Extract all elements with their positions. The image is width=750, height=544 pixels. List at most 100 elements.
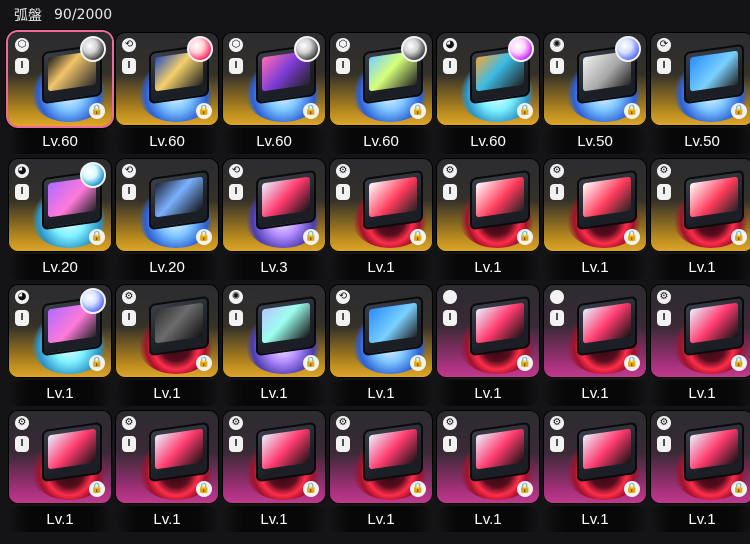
lock-icon[interactable]: 🔒 — [517, 103, 533, 119]
rarity-badge: I — [657, 310, 671, 326]
card-frame[interactable]: ⚙ I 🔒 — [329, 158, 433, 252]
arc-disc-card[interactable]: ⬡ I 🔒 Lv.60 — [222, 32, 326, 156]
element-type-icon — [550, 290, 564, 304]
element-type-icon: ⚙ — [443, 416, 457, 430]
card-frame[interactable]: ◕ I 🔒 — [8, 158, 112, 252]
element-type-icon: ⟲ — [229, 164, 243, 178]
lock-icon[interactable]: 🔒 — [517, 229, 533, 245]
arc-disc-card[interactable]: ⟳ I 🔒 Lv.50 — [650, 32, 750, 156]
arc-disc-card[interactable]: ⚙ I 🔒 Lv.1 — [436, 410, 540, 534]
lock-icon[interactable]: 🔒 — [410, 229, 426, 245]
lock-icon[interactable]: 🔒 — [517, 355, 533, 371]
lock-icon[interactable]: 🔒 — [731, 481, 747, 497]
card-frame[interactable]: ⟲ I 🔒 — [222, 158, 326, 252]
arc-disc-device — [363, 169, 423, 231]
card-frame[interactable]: ⚙ I 🔒 — [8, 410, 112, 504]
lock-icon[interactable]: 🔒 — [196, 103, 212, 119]
card-frame[interactable]: ✺ I 🔒 — [222, 284, 326, 378]
card-frame[interactable]: ⟲ I 🔒 — [115, 32, 219, 126]
arc-disc-card[interactable]: ⚙ I 🔒 Lv.1 — [650, 284, 750, 408]
lock-icon[interactable]: 🔒 — [89, 481, 105, 497]
card-frame[interactable]: ⚙ I 🔒 — [329, 410, 433, 504]
arc-disc-card[interactable]: ⬡ I 🔒 Lv.60 — [8, 32, 112, 156]
lock-icon[interactable]: 🔒 — [731, 103, 747, 119]
level-label: Lv.50 — [543, 128, 647, 154]
card-frame[interactable]: ⚙ I 🔒 — [222, 410, 326, 504]
lock-icon[interactable]: 🔒 — [303, 229, 319, 245]
card-frame[interactable]: ◕ I 🔒 — [8, 284, 112, 378]
arc-disc-card[interactable]: I 🔒 Lv.1 — [543, 284, 647, 408]
lock-icon[interactable]: 🔒 — [196, 229, 212, 245]
lock-icon[interactable]: 🔒 — [303, 103, 319, 119]
lock-icon[interactable]: 🔒 — [517, 481, 533, 497]
arc-disc-card[interactable]: ⬡ I 🔒 Lv.60 — [329, 32, 433, 156]
element-type-icon: ⚙ — [336, 416, 350, 430]
rarity-badge: I — [15, 310, 29, 326]
arc-disc-card[interactable]: ⚙ I 🔒 Lv.1 — [650, 158, 750, 282]
arc-disc-card[interactable]: ◕ I 🔒 Lv.1 — [8, 284, 112, 408]
lock-icon[interactable]: 🔒 — [731, 229, 747, 245]
card-frame[interactable]: ⚙ I 🔒 — [115, 410, 219, 504]
level-label: Lv.3 — [222, 254, 326, 280]
lock-icon[interactable]: 🔒 — [410, 103, 426, 119]
device-screen — [690, 176, 738, 218]
lock-icon[interactable]: 🔒 — [196, 355, 212, 371]
card-frame[interactable]: I 🔒 — [436, 284, 540, 378]
card-frame[interactable]: ⬡ I 🔒 — [222, 32, 326, 126]
card-frame[interactable]: ⚙ I 🔒 — [650, 284, 750, 378]
arc-disc-card[interactable]: ⚙ I 🔒 Lv.1 — [8, 410, 112, 534]
arc-disc-card[interactable]: ◕ I 🔒 Lv.20 — [8, 158, 112, 282]
card-frame[interactable]: ⚙ I 🔒 — [543, 158, 647, 252]
device-screen — [155, 428, 203, 470]
arc-disc-card[interactable]: ⚙ I 🔒 Lv.1 — [222, 410, 326, 534]
arc-disc-card[interactable]: ⚙ I 🔒 Lv.1 — [115, 410, 219, 534]
arc-disc-card[interactable]: ✺ I 🔒 Lv.1 — [222, 284, 326, 408]
card-frame[interactable]: ⬡ I 🔒 — [8, 32, 112, 126]
arc-disc-card[interactable]: ⟲ I 🔒 Lv.60 — [115, 32, 219, 156]
arc-disc-card[interactable]: ⚙ I 🔒 Lv.1 — [329, 158, 433, 282]
card-frame[interactable]: ⚙ I 🔒 — [650, 410, 750, 504]
card-frame[interactable]: ⟳ I 🔒 — [650, 32, 750, 126]
card-frame[interactable]: ⟲ I 🔒 — [329, 284, 433, 378]
lock-icon[interactable]: 🔒 — [89, 355, 105, 371]
arc-disc-card[interactable]: ⚙ I 🔒 Lv.1 — [650, 410, 750, 534]
arc-disc-card[interactable]: ⟲ I 🔒 Lv.1 — [329, 284, 433, 408]
lock-icon[interactable]: 🔒 — [303, 355, 319, 371]
card-frame[interactable]: ⚙ I 🔒 — [115, 284, 219, 378]
lock-icon[interactable]: 🔒 — [410, 355, 426, 371]
arc-disc-card[interactable]: ⟲ I 🔒 Lv.3 — [222, 158, 326, 282]
arc-disc-device — [149, 421, 209, 483]
arc-disc-card[interactable]: I 🔒 Lv.1 — [436, 284, 540, 408]
card-frame[interactable]: I 🔒 — [543, 284, 647, 378]
arc-disc-card[interactable]: ⚙ I 🔒 Lv.1 — [329, 410, 433, 534]
lock-icon[interactable]: 🔒 — [624, 229, 640, 245]
lock-icon[interactable]: 🔒 — [624, 103, 640, 119]
lock-icon[interactable]: 🔒 — [624, 355, 640, 371]
lock-icon[interactable]: 🔒 — [89, 103, 105, 119]
arc-disc-card[interactable]: ✺ I 🔒 Lv.50 — [543, 32, 647, 156]
card-frame[interactable]: ◕ I 🔒 — [436, 32, 540, 126]
lock-icon[interactable]: 🔒 — [731, 355, 747, 371]
arc-disc-card[interactable]: ⚙ I 🔒 Lv.1 — [543, 410, 647, 534]
card-frame[interactable]: ✺ I 🔒 — [543, 32, 647, 126]
arc-disc-card[interactable]: ⚙ I 🔒 Lv.1 — [115, 284, 219, 408]
card-frame[interactable]: ⚙ I 🔒 — [650, 158, 750, 252]
card-frame[interactable]: ⚙ I 🔒 — [543, 410, 647, 504]
lock-icon[interactable]: 🔒 — [89, 229, 105, 245]
level-label: Lv.60 — [436, 128, 540, 154]
arc-disc-card[interactable]: ◕ I 🔒 Lv.60 — [436, 32, 540, 156]
lock-icon[interactable]: 🔒 — [303, 481, 319, 497]
card-frame[interactable]: ⟲ I 🔒 — [115, 158, 219, 252]
arc-disc-card[interactable]: ⚙ I 🔒 Lv.1 — [543, 158, 647, 282]
lock-icon[interactable]: 🔒 — [410, 481, 426, 497]
arc-disc-card[interactable]: ⚙ I 🔒 Lv.1 — [436, 158, 540, 282]
card-frame[interactable]: ⚙ I 🔒 — [436, 410, 540, 504]
arc-disc-device — [684, 421, 744, 483]
card-frame[interactable]: ⚙ I 🔒 — [436, 158, 540, 252]
lock-icon[interactable]: 🔒 — [196, 481, 212, 497]
element-type-icon: ✺ — [550, 38, 564, 52]
arc-disc-card[interactable]: ⟲ I 🔒 Lv.20 — [115, 158, 219, 282]
lock-icon[interactable]: 🔒 — [624, 481, 640, 497]
arc-disc-device — [256, 169, 316, 231]
card-frame[interactable]: ⬡ I 🔒 — [329, 32, 433, 126]
